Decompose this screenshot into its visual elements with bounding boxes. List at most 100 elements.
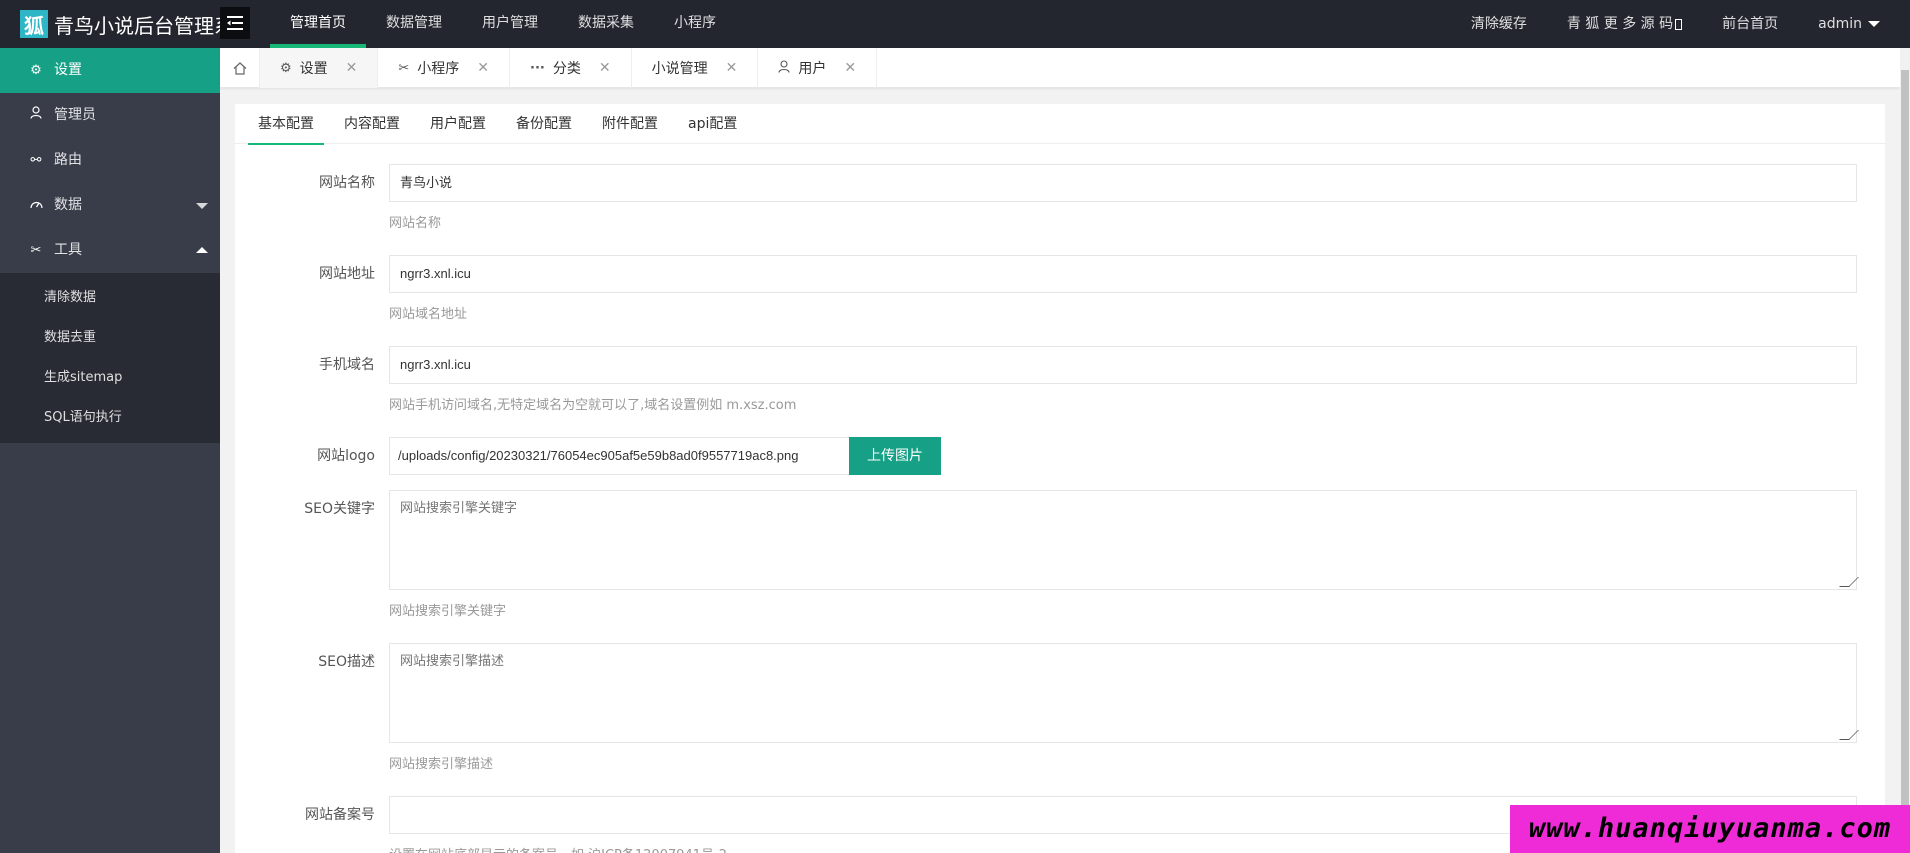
sidebar-item-settings[interactable]: ⚙ 设置 bbox=[0, 48, 220, 93]
app-logo[interactable]: 狐 青鸟小说后台管理系 bbox=[20, 10, 234, 38]
site-url-label: 网站地址 bbox=[319, 266, 375, 282]
page-tab-label: 小程序 bbox=[417, 61, 460, 77]
site-name-tip: 网站名称 bbox=[389, 216, 442, 231]
close-icon[interactable]: ✕ bbox=[726, 60, 738, 76]
top-nav-data[interactable]: 数据管理 bbox=[366, 0, 462, 48]
top-nav-users[interactable]: 用户管理 bbox=[462, 0, 558, 48]
more-source-label: 青 狐 更 多 源 码 bbox=[1566, 16, 1674, 32]
tools-icon: ✂ bbox=[30, 243, 42, 258]
logo-path-input[interactable]: /uploads/config/20230321/76054ec905af5e5… bbox=[389, 437, 853, 475]
menu-fold-icon bbox=[227, 16, 243, 30]
page-scrollbar[interactable] bbox=[1900, 48, 1910, 853]
close-icon[interactable]: ✕ bbox=[346, 60, 358, 76]
icp-label: 网站备案号 bbox=[305, 807, 375, 823]
link-icon: ⚯ bbox=[30, 153, 42, 168]
caret-down-icon bbox=[1868, 21, 1880, 27]
top-header: 狐 青鸟小说后台管理系 管理首页 数据管理 用户管理 数据采集 小程序 清除缓存… bbox=[0, 0, 1910, 48]
sidebar-subitem-sql[interactable]: SQL语句执行 bbox=[0, 398, 220, 438]
close-icon[interactable]: ✕ bbox=[844, 60, 856, 76]
tab-backup-config[interactable]: 备份配置 bbox=[501, 104, 587, 144]
watermark-banner: www.huanqiuyuanma.com bbox=[1510, 805, 1910, 853]
front-page-link[interactable]: 前台首页 bbox=[1702, 0, 1798, 48]
resize-grip-icon[interactable] bbox=[1839, 730, 1859, 740]
logo-label: 网站logo bbox=[317, 448, 375, 464]
mobile-domain-label: 手机域名 bbox=[319, 357, 375, 373]
page-tab-novels[interactable]: 小说管理 ✕ bbox=[632, 48, 759, 88]
gear-icon: ⚙ bbox=[280, 60, 292, 76]
chevron-up-icon bbox=[196, 247, 208, 253]
more-icon: ··· bbox=[530, 60, 545, 76]
config-tabs: 基本配置 内容配置 用户配置 备份配置 附件配置 api配置 bbox=[235, 104, 1885, 145]
top-right-menu: 清除缓存 青 狐 更 多 源 码 前台首页 admin bbox=[1451, 0, 1900, 48]
resize-grip-icon[interactable] bbox=[1839, 577, 1859, 587]
user-menu[interactable]: admin bbox=[1798, 0, 1900, 48]
sidebar-subitem-sitemap[interactable]: 生成sitemap bbox=[0, 358, 220, 398]
page-tabs-bar: ⚙ 设置 ✕ ✂ 小程序 ✕ ··· 分类 ✕ 小说管理 ✕ 用户 ✕ bbox=[220, 48, 1900, 88]
page-tab-miniapp[interactable]: ✂ 小程序 ✕ bbox=[378, 48, 511, 88]
home-icon bbox=[233, 61, 246, 75]
seo-desc-tip: 网站搜索引擎描述 bbox=[389, 757, 494, 772]
seo-keywords-label: SEO关键字 bbox=[304, 501, 375, 517]
sidebar-item-label: 数据 bbox=[54, 197, 82, 213]
app-title: 青鸟小说后台管理系 bbox=[54, 13, 234, 38]
upload-image-button[interactable]: 上传图片 bbox=[849, 437, 941, 475]
sidebar-item-label: 工具 bbox=[54, 242, 82, 258]
page-tab-label: 小说管理 bbox=[651, 61, 708, 77]
settings-card: 基本配置 内容配置 用户配置 备份配置 附件配置 api配置 网站名称 青鸟小说… bbox=[235, 104, 1885, 853]
tab-basic-config[interactable]: 基本配置 bbox=[243, 104, 329, 145]
sidebar-item-tools[interactable]: ✂ 工具 bbox=[0, 228, 220, 273]
mobile-domain-input[interactable]: ngrr3.xnl.icu bbox=[389, 346, 1857, 384]
clear-cache-link[interactable]: 清除缓存 bbox=[1451, 0, 1547, 48]
page-tab-category[interactable]: ··· 分类 ✕ bbox=[510, 48, 632, 88]
sidebar-item-label: 路由 bbox=[54, 152, 82, 168]
page-tab-label: 用户 bbox=[798, 61, 827, 77]
dashboard-icon bbox=[28, 183, 44, 228]
sidebar: ⚙ 设置 管理员 ⚯ 路由 数据 ✂ 工具 清除数据 数据去重 生成sitema… bbox=[0, 48, 220, 853]
top-nav-home[interactable]: 管理首页 bbox=[270, 0, 366, 48]
sidebar-item-label: 设置 bbox=[54, 62, 82, 78]
sidebar-submenu-tools: 清除数据 数据去重 生成sitemap SQL语句执行 bbox=[0, 273, 220, 443]
tab-attachment-config[interactable]: 附件配置 bbox=[587, 104, 673, 144]
mobile-domain-tip: 网站手机访问域名,无特定域名为空就可以了,域名设置例如 m.xsz.com bbox=[389, 398, 797, 413]
user-name: admin bbox=[1818, 16, 1862, 32]
user-icon bbox=[28, 93, 44, 138]
home-tab[interactable] bbox=[220, 48, 260, 88]
site-url-input[interactable]: ngrr3.xnl.icu bbox=[389, 255, 1857, 293]
page-tab-settings[interactable]: ⚙ 设置 ✕ bbox=[260, 48, 379, 88]
chevron-down-icon bbox=[196, 203, 208, 209]
menu-toggle-button[interactable] bbox=[220, 7, 250, 39]
sidebar-item-data[interactable]: 数据 bbox=[0, 183, 220, 228]
tools-icon: ✂ bbox=[398, 60, 410, 76]
tab-api-config[interactable]: api配置 bbox=[673, 104, 752, 144]
page-tab-label: 设置 bbox=[299, 61, 328, 77]
more-source-link[interactable]: 青 狐 更 多 源 码 bbox=[1547, 0, 1702, 48]
tab-user-config[interactable]: 用户配置 bbox=[415, 104, 501, 144]
top-nav-collect[interactable]: 数据采集 bbox=[558, 0, 654, 48]
sidebar-item-label: 管理员 bbox=[54, 107, 96, 123]
close-icon[interactable]: ✕ bbox=[599, 60, 611, 76]
seo-desc-label: SEO描述 bbox=[318, 654, 375, 670]
site-url-tip: 网站域名地址 bbox=[389, 307, 468, 322]
page-tab-label: 分类 bbox=[552, 61, 581, 77]
sidebar-item-admin[interactable]: 管理员 bbox=[0, 93, 220, 138]
icp-tip: 设置在网站底部显示的备案号，如 沪ICP备12007941号-2 bbox=[389, 844, 727, 853]
close-icon[interactable]: ✕ bbox=[477, 60, 489, 76]
site-name-label: 网站名称 bbox=[319, 175, 375, 191]
top-nav: 管理首页 数据管理 用户管理 数据采集 小程序 bbox=[270, 0, 736, 48]
box-glyph-icon bbox=[1675, 18, 1683, 30]
site-name-input[interactable]: 青鸟小说 bbox=[389, 164, 1857, 202]
tab-content-config[interactable]: 内容配置 bbox=[329, 104, 415, 144]
seo-keywords-tip: 网站搜索引擎关键字 bbox=[389, 604, 507, 619]
seo-desc-textarea[interactable]: 网站搜索引擎描述 bbox=[389, 643, 1859, 743]
top-nav-miniapp[interactable]: 小程序 bbox=[654, 0, 736, 48]
page-tab-users[interactable]: 用户 ✕ bbox=[758, 48, 878, 88]
sidebar-subitem-dedupe[interactable]: 数据去重 bbox=[0, 318, 220, 358]
sidebar-item-route[interactable]: ⚯ 路由 bbox=[0, 138, 220, 183]
gear-icon: ⚙ bbox=[30, 63, 42, 78]
scrollbar-thumb[interactable] bbox=[1901, 70, 1909, 853]
seo-keywords-placeholder: 网站搜索引擎关键字 bbox=[400, 500, 518, 515]
seo-desc-placeholder: 网站搜索引擎描述 bbox=[400, 653, 505, 668]
user-icon bbox=[778, 59, 790, 77]
sidebar-subitem-clear-data[interactable]: 清除数据 bbox=[0, 278, 220, 318]
seo-keywords-textarea[interactable]: 网站搜索引擎关键字 bbox=[389, 490, 1859, 590]
